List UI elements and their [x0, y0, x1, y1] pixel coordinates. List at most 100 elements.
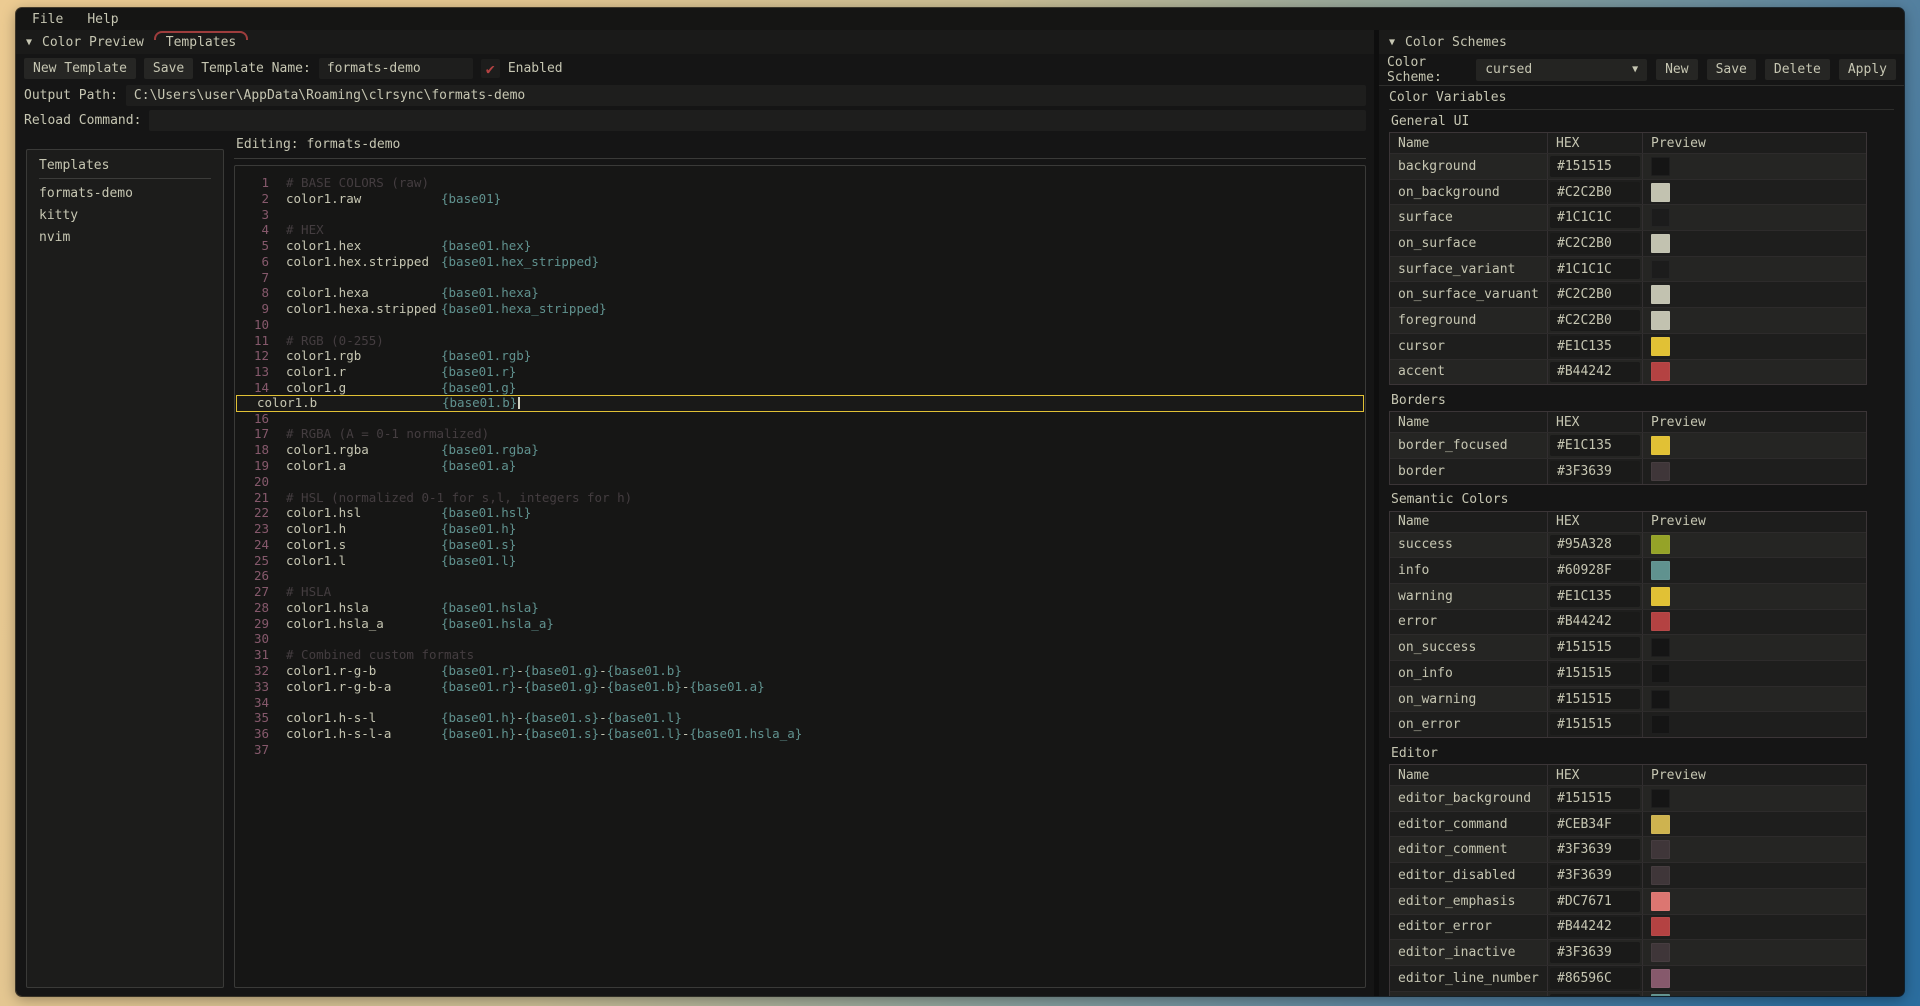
color-swatch[interactable] [1651, 436, 1670, 455]
menu-item-file[interactable]: File [32, 12, 63, 27]
hex-value-field[interactable]: #60928F [1550, 994, 1640, 996]
code-line[interactable]: 18color1.rgba{base01.rgba} [235, 442, 1365, 458]
code-line[interactable]: 31# Combined custom formats [235, 647, 1365, 663]
color-preview-header[interactable]: ▼ Color Preview Templates [16, 30, 1374, 54]
hex-value-field[interactable]: #60928F [1550, 560, 1640, 581]
code-line[interactable]: 23color1.h{base01.h} [235, 521, 1365, 537]
code-line[interactable]: 16 [235, 411, 1365, 427]
code-line[interactable]: 8color1.hexa{base01.hexa} [235, 285, 1365, 301]
code-line[interactable]: 17# RGBA (A = 0-1 normalized) [235, 426, 1365, 442]
hex-value-field[interactable]: #3F3639 [1550, 865, 1640, 886]
hex-value-field[interactable]: #C2C2B0 [1550, 310, 1640, 331]
hex-value-field[interactable]: #DC7671 [1550, 891, 1640, 912]
code-line[interactable]: 6color1.hex.stripped{base01.hex_stripped… [235, 254, 1365, 270]
color-swatch[interactable] [1651, 260, 1670, 279]
color-swatch[interactable] [1651, 815, 1670, 834]
color-swatch[interactable] [1651, 535, 1670, 554]
color-swatch[interactable] [1651, 285, 1670, 304]
code-line[interactable]: 13color1.r{base01.r} [235, 364, 1365, 380]
color-swatch[interactable] [1651, 208, 1670, 227]
color-schemes-header[interactable]: ▼ Color Schemes [1379, 30, 1904, 54]
color-swatch[interactable] [1651, 157, 1670, 176]
tab-templates[interactable]: Templates [162, 30, 240, 54]
hex-value-field[interactable]: #151515 [1550, 714, 1640, 735]
color-swatch[interactable] [1651, 337, 1670, 356]
code-line[interactable]: 9color1.hexa.stripped{base01.hexa_stripp… [235, 301, 1365, 317]
hex-value-field[interactable]: #C2C2B0 [1550, 182, 1640, 203]
code-line[interactable]: 27# HSLA [235, 584, 1365, 600]
hex-value-field[interactable]: #3F3639 [1550, 839, 1640, 860]
code-line[interactable]: 33color1.r-g-b-a{base01.r}-{base01.g}-{b… [235, 679, 1365, 695]
hex-value-field[interactable]: #3F3639 [1550, 461, 1640, 482]
template-name-input[interactable]: formats-demo [319, 58, 473, 79]
save-scheme-button[interactable]: Save [1707, 59, 1756, 80]
hex-value-field[interactable]: #B44242 [1550, 612, 1640, 633]
code-line[interactable]: 20 [235, 474, 1365, 490]
hex-value-field[interactable]: #E1C135 [1550, 435, 1640, 456]
code-line[interactable]: 3 [235, 207, 1365, 223]
hex-value-field[interactable]: #151515 [1550, 637, 1640, 658]
code-line[interactable]: 7 [235, 270, 1365, 286]
code-line[interactable]: 2color1.raw{base01} [235, 191, 1365, 207]
hex-value-field[interactable]: #1C1C1C [1550, 207, 1640, 228]
template-item[interactable]: formats-demo [39, 183, 211, 205]
hex-value-field[interactable]: #C2C2B0 [1550, 233, 1640, 254]
color-swatch[interactable] [1651, 587, 1670, 606]
color-swatch[interactable] [1651, 789, 1670, 808]
color-swatch[interactable] [1651, 892, 1670, 911]
color-swatch[interactable] [1651, 840, 1670, 859]
color-swatch[interactable] [1651, 994, 1670, 996]
code-line[interactable]: 35color1.h-s-l{base01.h}-{base01.s}-{bas… [235, 710, 1365, 726]
color-swatch[interactable] [1651, 917, 1670, 936]
code-line[interactable]: 30 [235, 631, 1365, 647]
code-line[interactable]: 36color1.h-s-l-a{base01.h}-{base01.s}-{b… [235, 726, 1365, 742]
template-item[interactable]: kitty [39, 205, 211, 227]
color-swatch[interactable] [1651, 664, 1670, 683]
code-line[interactable]: 4# HEX [235, 222, 1365, 238]
hex-value-field[interactable]: #B44242 [1550, 362, 1640, 383]
code-line[interactable]: 24color1.s{base01.s} [235, 537, 1365, 553]
hex-value-field[interactable]: #E1C135 [1550, 586, 1640, 607]
active-line-input[interactable]: color1.b{base01.b} [236, 395, 1364, 412]
code-line[interactable]: 34 [235, 695, 1365, 711]
code-line[interactable]: 32color1.r-g-b{base01.r}-{base01.g}-{bas… [235, 663, 1365, 679]
hex-value-field[interactable]: #1C1C1C [1550, 259, 1640, 280]
code-line[interactable]: 21# HSL (normalized 0-1 for s,l, integer… [235, 490, 1365, 506]
hex-value-field[interactable]: #C2C2B0 [1550, 284, 1640, 305]
menu-item-help[interactable]: Help [87, 12, 118, 27]
collapse-down-icon[interactable]: ▼ [26, 37, 32, 48]
code-area[interactable]: 1# BASE COLORS (raw)2color1.raw{base01}3… [234, 165, 1366, 988]
code-line[interactable]: 14color1.g{base01.g} [235, 380, 1365, 396]
code-line[interactable]: 11# RGB (0-255) [235, 333, 1365, 349]
hex-value-field[interactable]: #B44242 [1550, 917, 1640, 938]
new-scheme-button[interactable]: New [1656, 59, 1697, 80]
color-swatch[interactable] [1651, 715, 1670, 734]
hex-value-field[interactable]: #151515 [1550, 689, 1640, 710]
hex-value-field[interactable]: #151515 [1550, 663, 1640, 684]
hex-value-field[interactable]: #E1C135 [1550, 336, 1640, 357]
enabled-checkbox[interactable]: ✔ [481, 59, 500, 78]
color-swatch[interactable] [1651, 183, 1670, 202]
new-template-button[interactable]: New Template [24, 58, 136, 79]
hex-value-field[interactable]: #3F3639 [1550, 942, 1640, 963]
reload-command-input[interactable] [149, 110, 1366, 131]
code-line[interactable]: 22color1.hsl{base01.hsl} [235, 505, 1365, 521]
color-swatch[interactable] [1651, 362, 1670, 381]
code-line[interactable]: 1# BASE COLORS (raw) [235, 175, 1365, 191]
color-swatch[interactable] [1651, 969, 1670, 988]
code-line[interactable]: 26 [235, 568, 1365, 584]
code-line[interactable]: 29color1.hsla_a{base01.hsla_a} [235, 616, 1365, 632]
color-swatch[interactable] [1651, 311, 1670, 330]
color-swatch[interactable] [1651, 612, 1670, 631]
color-swatch[interactable] [1651, 943, 1670, 962]
color-swatch[interactable] [1651, 690, 1670, 709]
collapse-down-icon[interactable]: ▼ [1389, 37, 1395, 48]
code-line[interactable]: 37 [235, 742, 1365, 758]
color-swatch[interactable] [1651, 462, 1670, 481]
apply-scheme-button[interactable]: Apply [1839, 59, 1896, 80]
hex-value-field[interactable]: #151515 [1550, 156, 1640, 177]
code-line[interactable]: 28color1.hsla{base01.hsla} [235, 600, 1365, 616]
code-line[interactable]: 12color1.rgb{base01.rgb} [235, 348, 1365, 364]
template-item[interactable]: nvim [39, 227, 211, 249]
hex-value-field[interactable]: #151515 [1550, 788, 1640, 809]
